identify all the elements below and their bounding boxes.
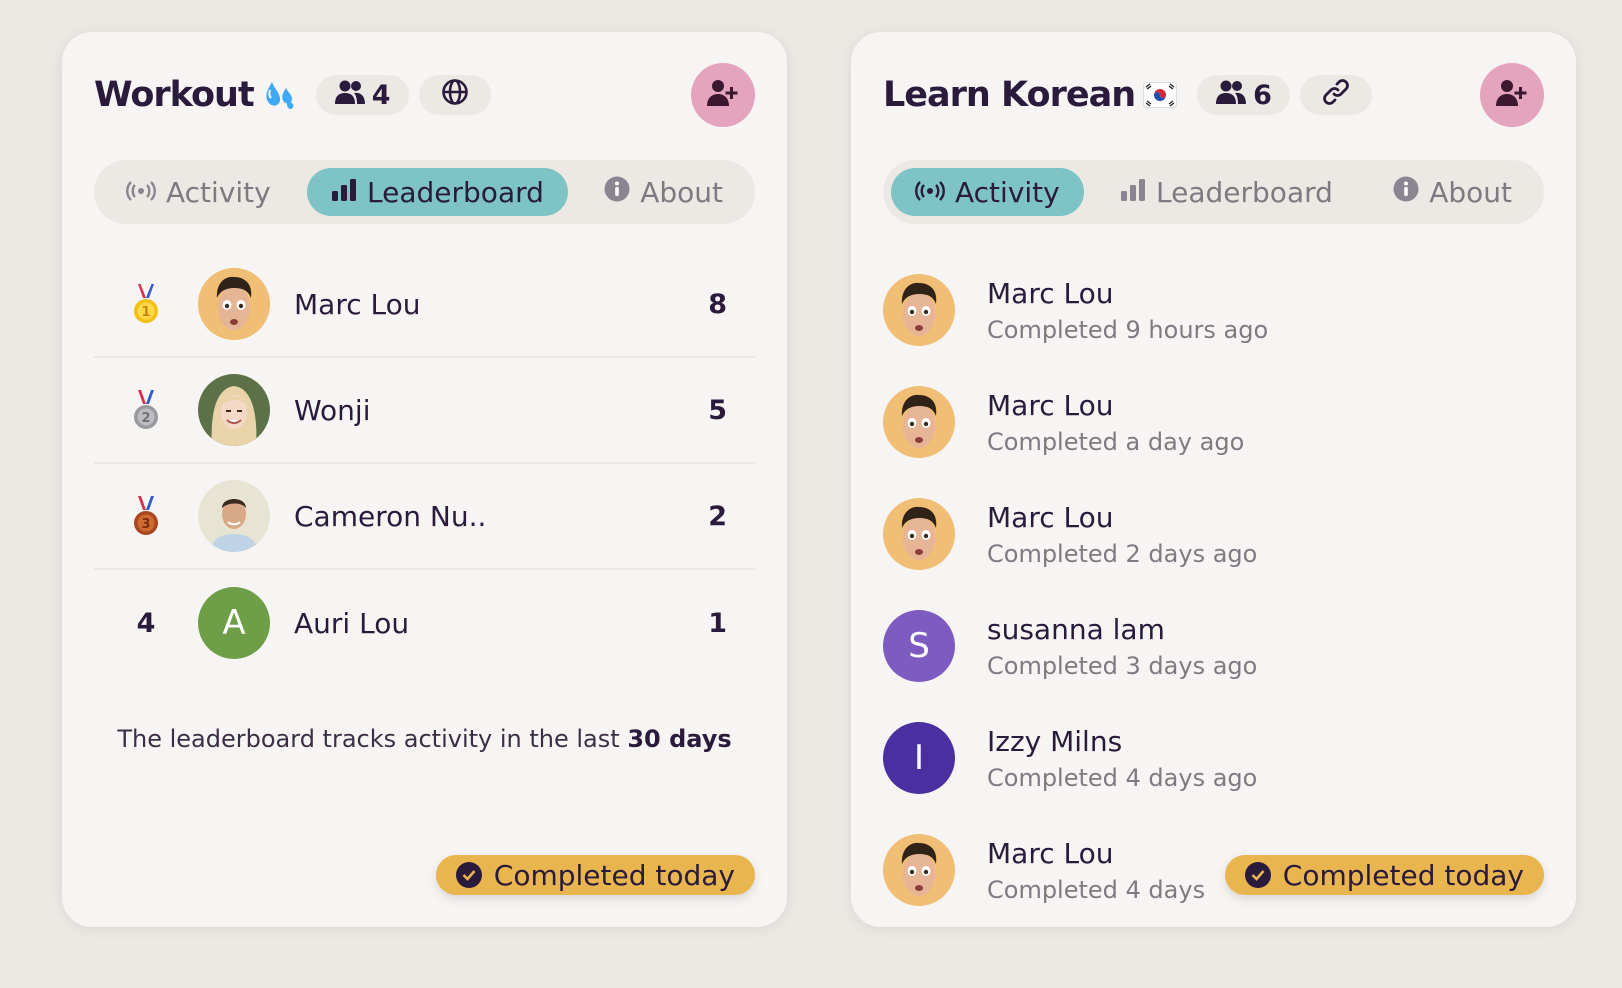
check-circle-icon: [1244, 862, 1271, 888]
completed-today-badge[interactable]: Completed today: [435, 855, 755, 895]
bar-chart-icon: [331, 176, 357, 209]
south-korea-flag-icon: [1143, 82, 1178, 108]
invite-member-button[interactable]: [1480, 63, 1544, 127]
sweat-droplets-icon: [262, 78, 296, 112]
tab-label: About: [1429, 175, 1512, 209]
avatar-marc-lou: [198, 268, 270, 340]
activity-time: Completed 3 days ago: [987, 651, 1258, 680]
learn-korean-challenge-card: Learn Korean 6 Activity Leaderboard Abou…: [851, 32, 1576, 927]
member-name: Marc Lou: [987, 500, 1114, 534]
tab-leaderboard[interactable]: Leaderboard: [307, 168, 568, 216]
member-count: 6: [1253, 79, 1272, 111]
silver-medal-icon: 2: [94, 388, 198, 432]
tab-bar: Activity Leaderboard About: [883, 160, 1544, 224]
completed-today-badge[interactable]: Completed today: [1224, 855, 1544, 895]
avatar-cameron: [198, 480, 270, 552]
avatar-letter: I: [883, 722, 955, 794]
broadcast-icon: [915, 176, 945, 209]
activity-item[interactable]: Marc Lou Completed 9 hours ago: [883, 254, 1544, 366]
tab-bar: Activity Leaderboard About: [94, 160, 755, 224]
card-header: Workout 4: [94, 62, 755, 128]
member-count: 4: [371, 79, 391, 111]
player-score: 5: [708, 394, 727, 426]
tab-activity[interactable]: Activity: [891, 168, 1084, 216]
tab-label: Activity: [955, 175, 1060, 209]
avatar-letter: S: [883, 610, 955, 682]
activity-time: Completed 9 hours ago: [987, 315, 1269, 344]
svg-text:3: 3: [141, 517, 150, 532]
people-icon: [334, 79, 366, 112]
badge-label: Completed today: [493, 858, 735, 892]
visibility-pill[interactable]: [1299, 75, 1372, 115]
member-name: susanna lam: [987, 612, 1165, 646]
leaderboard-list: 1 Marc Lou 8 2 Wonji 5 3 Cameron Nu.. 2 …: [94, 252, 755, 676]
tab-activity[interactable]: Activity: [102, 168, 295, 216]
footnote-period: 30 days: [627, 725, 732, 753]
avatar-marc-lou: [883, 386, 955, 458]
activity-item[interactable]: Marc Lou Completed 2 days ago: [883, 478, 1544, 590]
leaderboard-row[interactable]: 3 Cameron Nu.. 2: [94, 464, 755, 570]
avatar-marc-lou: [883, 274, 955, 346]
avatar-wonji: [198, 374, 270, 446]
tab-about[interactable]: About: [1369, 168, 1536, 216]
rank-number: 4: [136, 607, 156, 639]
tab-label: About: [640, 175, 723, 209]
player-name: Marc Lou: [294, 287, 421, 321]
tab-label: Leaderboard: [367, 175, 544, 209]
avatar-marc-lou: [883, 498, 955, 570]
avatar-letter: A: [198, 587, 270, 659]
leaderboard-row[interactable]: 2 Wonji 5: [94, 358, 755, 464]
link-icon: [1322, 78, 1350, 113]
bar-chart-icon: [1120, 176, 1146, 209]
workout-challenge-card: Workout 4 Activity Leaderboard About 1 M…: [62, 32, 787, 927]
leaderboard-row[interactable]: 4 A Auri Lou 1: [94, 570, 755, 676]
broadcast-icon: [126, 176, 156, 209]
player-score: 1: [708, 607, 727, 639]
leaderboard-row[interactable]: 1 Marc Lou 8: [94, 252, 755, 358]
member-name: Izzy Milns: [987, 724, 1123, 758]
activity-item[interactable]: S susanna lam Completed 3 days ago: [883, 590, 1544, 702]
activity-item[interactable]: I Izzy Milns Completed 4 days ago: [883, 702, 1544, 814]
tab-label: Activity: [166, 175, 271, 209]
leaderboard-footnote: The leaderboard tracks activity in the l…: [94, 725, 755, 753]
activity-time: Completed 4 days: [987, 875, 1206, 904]
svg-text:2: 2: [141, 411, 150, 426]
globe-icon: [441, 78, 469, 113]
gold-medal-icon: 1: [94, 282, 198, 326]
bronze-medal-icon: 3: [94, 494, 198, 538]
badge-label: Completed today: [1282, 858, 1524, 892]
activity-feed: Marc Lou Completed 9 hours ago Marc Lou …: [883, 254, 1544, 926]
card-header: Learn Korean 6: [883, 62, 1544, 128]
member-name: Marc Lou: [987, 836, 1114, 870]
footnote-text: The leaderboard tracks activity in the l…: [117, 725, 620, 753]
player-score: 2: [708, 500, 727, 532]
player-name: Wonji: [294, 393, 371, 427]
activity-item[interactable]: Marc Lou Completed a day ago: [883, 366, 1544, 478]
user-plus-icon: [1496, 79, 1528, 111]
member-count-pill[interactable]: 4: [315, 75, 409, 115]
visibility-pill[interactable]: [418, 75, 491, 115]
avatar-marc-lou: [883, 834, 955, 906]
invite-member-button[interactable]: [691, 63, 755, 127]
member-name: Marc Lou: [987, 276, 1114, 310]
activity-time: Completed a day ago: [987, 427, 1245, 456]
member-name: Marc Lou: [987, 388, 1114, 422]
info-icon: [604, 176, 630, 209]
player-name: Cameron Nu..: [294, 499, 487, 533]
player-score: 8: [708, 288, 727, 320]
activity-time: Completed 2 days ago: [987, 539, 1258, 568]
user-plus-icon: [707, 79, 739, 111]
svg-text:1: 1: [141, 305, 150, 320]
tab-leaderboard[interactable]: Leaderboard: [1096, 168, 1357, 216]
challenge-title[interactable]: Workout: [94, 75, 255, 115]
challenge-title[interactable]: Learn Korean: [883, 75, 1136, 115]
activity-time: Completed 4 days ago: [987, 763, 1258, 792]
info-icon: [1393, 176, 1419, 209]
player-name: Auri Lou: [294, 606, 410, 640]
tab-about[interactable]: About: [580, 168, 747, 216]
check-circle-icon: [455, 862, 482, 888]
people-icon: [1215, 79, 1247, 112]
tab-label: Leaderboard: [1156, 175, 1333, 209]
member-count-pill[interactable]: 6: [1197, 75, 1290, 115]
